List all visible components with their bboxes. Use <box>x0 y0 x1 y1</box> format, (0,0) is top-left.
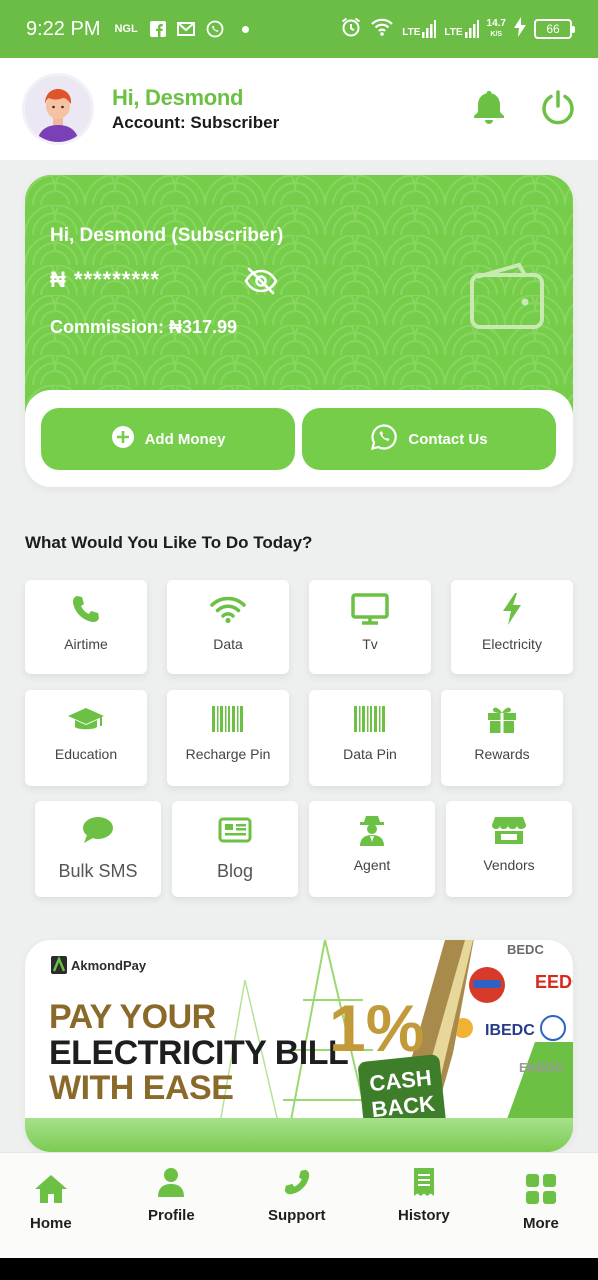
phone-icon <box>70 592 102 626</box>
akmondpay-logo: AkmondPay <box>51 956 146 974</box>
gmail-icon <box>176 21 196 37</box>
gift-icon <box>486 702 518 736</box>
whatsapp-icon <box>206 20 224 38</box>
service-tile-education[interactable]: Education <box>25 690 147 786</box>
wallet-card: Hi, Desmond (Subscriber) ₦ ********* Com… <box>25 175 573 487</box>
service-tile-airtime[interactable]: Airtime <box>25 580 147 674</box>
banner-headline-2: ELECTRICITY BILL <box>49 1034 349 1072</box>
cashback-percent: 1% <box>329 991 425 1065</box>
service-tile-blog[interactable]: Blog <box>172 801 298 897</box>
account-type: Account: Subscriber <box>112 113 280 132</box>
avatar[interactable] <box>22 73 94 145</box>
charging-icon <box>514 16 526 42</box>
service-tile-bulk-sms[interactable]: Bulk SMS <box>35 801 161 897</box>
home-icon <box>34 1173 68 1209</box>
ngl-badge: NGL <box>114 23 138 35</box>
barcode-icon <box>212 702 244 736</box>
battery-icon: 66 <box>534 19 575 39</box>
facebook-icon <box>149 21 166 37</box>
service-tile-tv[interactable]: Tv <box>309 580 431 674</box>
barcode-icon <box>354 702 386 736</box>
store-icon <box>491 813 527 847</box>
hide-balance-icon[interactable] <box>243 266 279 301</box>
newspaper-icon <box>218 813 252 847</box>
services-title: What Would You Like To Do Today? <box>25 533 313 552</box>
header-greeting: Hi, Desmond <box>112 85 244 110</box>
wallet-greeting: Hi, Desmond (Subscriber) <box>50 225 284 246</box>
signal-2-icon: LTE <box>444 20 479 38</box>
system-navigation-bar <box>0 1258 598 1280</box>
plus-circle-icon <box>111 425 135 453</box>
receipt-icon <box>413 1167 435 1201</box>
graduation-cap-icon <box>66 702 106 736</box>
service-tile-rewards[interactable]: Rewards <box>441 690 563 786</box>
nav-history[interactable]: History <box>398 1167 450 1224</box>
wallet-balance: ₦ ********* <box>50 267 161 292</box>
logout-power-icon[interactable] <box>540 89 576 130</box>
nav-home[interactable]: Home <box>30 1173 72 1232</box>
wallet-icon <box>469 261 545 336</box>
wifi-status-icon <box>370 17 394 42</box>
service-tile-recharge-pin[interactable]: Recharge Pin <box>167 690 289 786</box>
banner-headline-3: WITH EASE <box>49 1069 234 1107</box>
add-money-button[interactable]: Add Money <box>41 408 295 470</box>
notification-dot-icon <box>241 25 249 33</box>
tv-icon <box>351 592 389 626</box>
commission-amount: Commission: ₦317.99 <box>50 317 238 337</box>
chat-bubble-icon <box>82 813 114 847</box>
alarm-icon <box>340 16 362 43</box>
notification-bell-icon[interactable] <box>472 89 506 130</box>
service-tile-agent[interactable]: Agent <box>309 801 435 897</box>
grid-icon <box>525 1173 557 1209</box>
promo-banner[interactable]: BEDC EEDC IBEDC EKEDC AkmondPay PAY YOUR… <box>25 940 573 1152</box>
service-tile-data[interactable]: Data <box>167 580 289 674</box>
wifi-icon <box>209 592 247 626</box>
banner-headline-1: PAY YOUR <box>49 998 216 1036</box>
status-bar: 9:22 PM NGL LTE LTE 14.7 K/S 66 <box>0 0 598 58</box>
service-tile-electricity[interactable]: Electricity <box>451 580 573 674</box>
nav-support[interactable]: Support <box>268 1167 326 1224</box>
phone-icon <box>282 1167 312 1201</box>
bolt-icon <box>501 592 523 626</box>
nav-profile[interactable]: Profile <box>148 1167 195 1224</box>
service-tile-data-pin[interactable]: Data Pin <box>309 690 431 786</box>
contact-us-button[interactable]: Contact Us <box>302 408 556 470</box>
agent-icon <box>357 813 387 847</box>
network-speed: 14.7 K/S <box>486 17 506 38</box>
status-time: 9:22 PM <box>26 17 101 40</box>
signal-1-icon: LTE <box>402 20 437 38</box>
user-icon <box>158 1167 185 1201</box>
nav-more[interactable]: More <box>523 1173 559 1232</box>
banner-grass <box>25 1118 573 1152</box>
bottom-navigation: Home Profile Support History More <box>0 1152 598 1258</box>
service-tile-vendors[interactable]: Vendors <box>446 801 572 897</box>
whatsapp-icon <box>370 423 398 455</box>
app-header: Hi, Desmond Account: Subscriber <box>0 58 598 160</box>
